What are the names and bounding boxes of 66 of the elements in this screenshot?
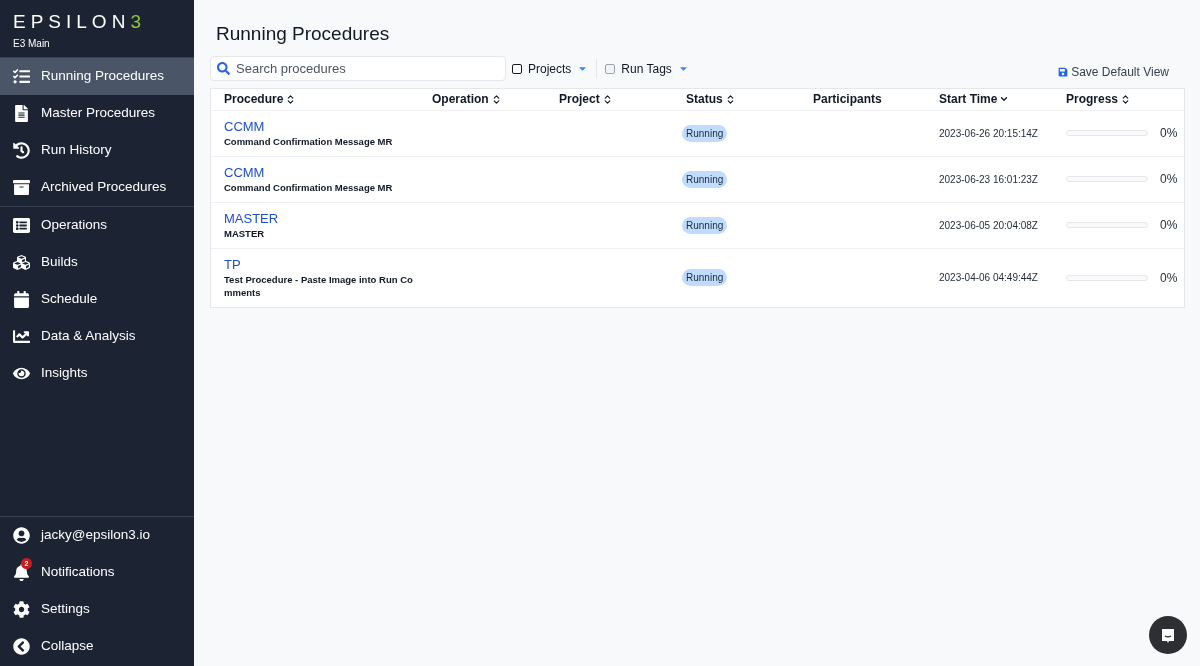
sidebar-item[interactable]: Schedule bbox=[0, 281, 194, 318]
sidebar-item[interactable]: Running Procedures bbox=[0, 58, 194, 95]
eye-icon bbox=[13, 365, 30, 382]
column-header[interactable]: Project bbox=[559, 90, 613, 108]
document-icon bbox=[13, 105, 30, 122]
save-default-view-button[interactable]: Save Default View bbox=[1058, 62, 1169, 81]
status-badge: Running bbox=[682, 170, 728, 188]
page-title: Running Procedures bbox=[216, 22, 391, 46]
list-icon bbox=[13, 217, 30, 234]
procedure-name: Test Procedure - Paste Image into Run Comments bbox=[224, 272, 414, 299]
sidebar-item[interactable]: Builds bbox=[0, 244, 194, 281]
save-icon bbox=[1058, 66, 1069, 77]
filter-dropdown[interactable]: Projects bbox=[506, 58, 595, 79]
line-chart-icon bbox=[13, 328, 30, 345]
chat-icon bbox=[1160, 627, 1176, 643]
procedure-link[interactable]: CCMM bbox=[224, 164, 265, 181]
column-header[interactable]: Status bbox=[686, 90, 736, 108]
sidebar-item[interactable]: Insights bbox=[0, 355, 194, 392]
sidebar-item[interactable]: Archived Procedures bbox=[0, 169, 194, 206]
column-header[interactable]: Operation bbox=[432, 90, 502, 108]
column-header[interactable]: Participants bbox=[813, 90, 882, 108]
start-time: 2023-06-23 16:01:23Z bbox=[939, 172, 1039, 187]
column-header[interactable]: Procedure bbox=[224, 90, 297, 108]
sidebar-item[interactable]: Master Procedures bbox=[0, 95, 194, 132]
calendar-icon bbox=[13, 291, 30, 308]
procedure-link[interactable]: CCMM bbox=[224, 118, 265, 135]
workspace-name: E3 Main bbox=[13, 37, 51, 51]
sidebar-item[interactable]: jacky@epsilon3.io bbox=[0, 517, 194, 554]
checklist-icon bbox=[13, 68, 30, 85]
start-time: 2023-06-26 20:15:14Z bbox=[939, 126, 1039, 141]
search-field[interactable]: Search procedures bbox=[210, 56, 506, 81]
sidebar-item[interactable]: Collapse bbox=[0, 628, 194, 665]
column-header[interactable]: Start Time bbox=[939, 90, 1010, 108]
column-header[interactable]: Progress bbox=[1066, 90, 1132, 108]
archive-box-icon bbox=[13, 179, 30, 196]
sort-descending-icon bbox=[999, 94, 1010, 104]
sidebar-item[interactable]: Data & Analysis bbox=[0, 318, 194, 355]
procedure-name: MASTER bbox=[224, 226, 266, 240]
progress-percent: 0% bbox=[1160, 125, 1178, 142]
procedure-name: Command Confirmation Message MR bbox=[224, 134, 394, 148]
start-time: 2023-06-05 20:04:08Z bbox=[939, 218, 1039, 233]
cubes-icon bbox=[13, 254, 30, 271]
chevron-left-icon bbox=[13, 638, 30, 655]
settings-icon bbox=[13, 601, 30, 618]
status-badge: Running bbox=[682, 269, 728, 286]
chat-button[interactable] bbox=[1149, 616, 1187, 654]
filter-dropdown[interactable]: Run Tags bbox=[596, 58, 695, 79]
sidebar-item[interactable]: Run History bbox=[0, 132, 194, 169]
procedure-name: Command Confirmation Message MR bbox=[224, 180, 394, 194]
user-icon bbox=[13, 527, 30, 544]
checkbox[interactable] bbox=[605, 63, 616, 74]
logo-wordmark: EPSILON 3 bbox=[13, 10, 147, 34]
sidebar-item[interactable]: Operations bbox=[0, 207, 194, 244]
procedure-link[interactable]: MASTER bbox=[224, 210, 279, 227]
checkbox[interactable] bbox=[512, 63, 522, 74]
progress-percent: 0% bbox=[1160, 217, 1178, 234]
sidebar-item[interactable]: Settings bbox=[0, 591, 194, 628]
start-time: 2023-04-06 04:49:44Z bbox=[939, 271, 1039, 285]
progress-percent: 0% bbox=[1160, 171, 1178, 188]
history-icon bbox=[13, 142, 30, 159]
progress-percent: 0% bbox=[1160, 269, 1178, 287]
search-icon bbox=[217, 62, 230, 75]
status-badge: Running bbox=[682, 216, 728, 234]
procedure-link[interactable]: TP bbox=[224, 256, 241, 273]
status-badge: Running bbox=[682, 124, 728, 142]
bell-icon bbox=[13, 564, 30, 581]
